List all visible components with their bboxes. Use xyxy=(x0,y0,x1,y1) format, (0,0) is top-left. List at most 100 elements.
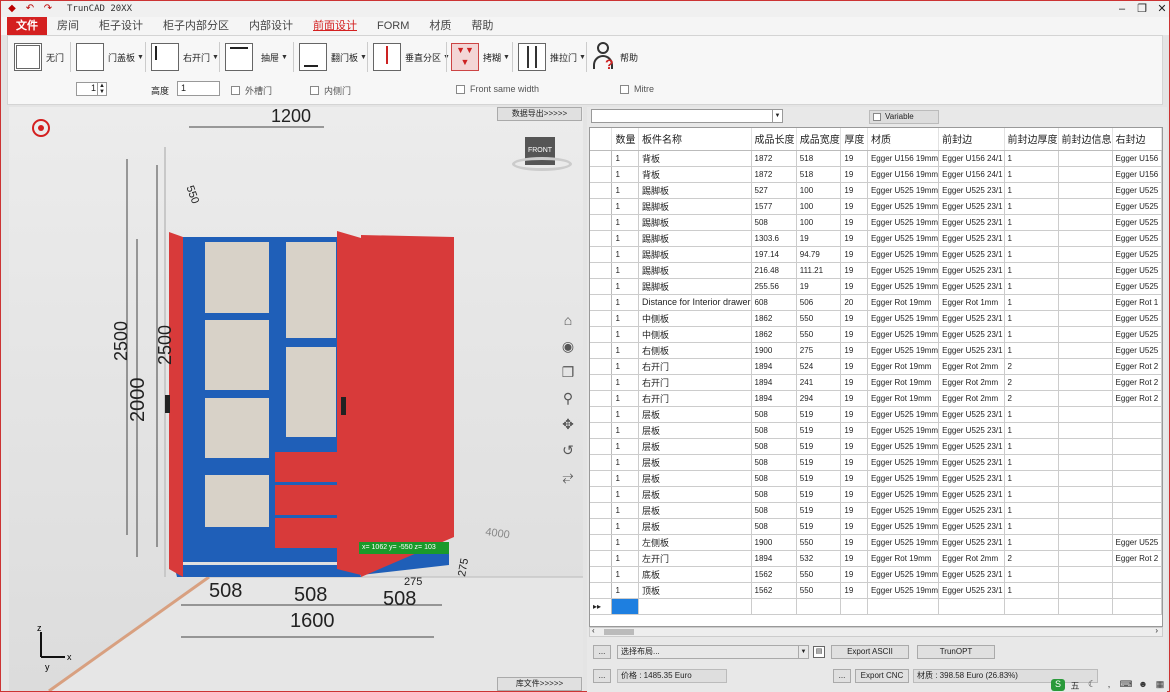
variable-checkbox[interactable]: Variable xyxy=(869,110,939,124)
table-cell[interactable]: 2 xyxy=(1004,374,1059,391)
table-cell[interactable]: 19 xyxy=(840,582,868,599)
copy-button[interactable]: ▼▼ ▼ 拷糊 ▼ xyxy=(451,40,510,74)
table-cell[interactable]: 20 xyxy=(840,294,868,311)
table-cell[interactable]: 1 xyxy=(1004,262,1059,279)
eye-icon[interactable] xyxy=(32,119,50,137)
table-cell[interactable] xyxy=(1058,454,1113,471)
table-cell[interactable]: 1 xyxy=(1004,422,1059,439)
table-cell[interactable]: 111.21 xyxy=(796,262,842,279)
table-cell[interactable]: 508 xyxy=(751,406,797,423)
view-select[interactable]: ▼ xyxy=(591,109,783,123)
table-cell[interactable] xyxy=(840,598,868,615)
table-cell[interactable]: 踢脚板 xyxy=(638,198,752,215)
table-cell[interactable]: 508 xyxy=(751,422,797,439)
more-button[interactable]: ... xyxy=(593,669,611,683)
table-cell[interactable] xyxy=(1058,294,1113,311)
table-cell[interactable]: 1 xyxy=(1004,214,1059,231)
menu-form[interactable]: FORM xyxy=(367,17,419,35)
table-cell[interactable]: Egger U156 xyxy=(1112,166,1162,183)
table-row[interactable]: 1 踢脚板 255.56 19 19 Egger U525 19mm Egger U525 … xyxy=(590,278,1162,295)
table-cell[interactable]: 顶板 xyxy=(638,582,752,599)
row-header-cell[interactable] xyxy=(590,422,613,439)
home-icon[interactable]: ⌂ xyxy=(559,311,577,329)
table-cell[interactable]: 踢脚板 xyxy=(638,246,752,263)
table-cell[interactable]: Egger U525 23/1 xyxy=(938,198,1005,215)
table-row[interactable]: 1 层板 508 519 19 Egger U525 19mm Egger U525 23/… xyxy=(590,438,1162,455)
table-cell[interactable]: Egger U525 23/1 xyxy=(938,246,1005,263)
table-cell[interactable]: 519 xyxy=(796,454,842,471)
table-cell[interactable] xyxy=(1058,182,1113,199)
table-cell[interactable]: 508 xyxy=(751,214,797,231)
table-cell[interactable]: 左开门 xyxy=(638,550,752,567)
table-cell[interactable]: 1577 xyxy=(751,198,797,215)
table-cell[interactable] xyxy=(1058,262,1113,279)
table-cell[interactable]: 216.48 xyxy=(751,262,797,279)
table-cell[interactable]: 1894 xyxy=(751,374,797,391)
table-cell[interactable]: 1 xyxy=(1004,470,1059,487)
table-cell[interactable]: 241 xyxy=(796,374,842,391)
table-row[interactable]: 1 右侧板 1900 275 19 Egger U525 19mm Egger U525 2… xyxy=(590,342,1162,359)
table-cell[interactable]: 1 xyxy=(611,486,639,503)
table-cell[interactable]: Egger U525 xyxy=(1112,534,1162,551)
table-cell[interactable]: 1 xyxy=(1004,534,1059,551)
library-button[interactable]: 库文件>>>>> xyxy=(497,677,582,691)
table-cell[interactable]: 19 xyxy=(840,406,868,423)
table-cell[interactable]: 1 xyxy=(611,566,639,583)
table-cell[interactable]: Egger U525 xyxy=(1112,262,1162,279)
table-cell[interactable]: 1 xyxy=(611,150,639,167)
fit-icon[interactable]: ⥂ xyxy=(559,467,577,485)
redo-icon[interactable]: ↷ xyxy=(41,2,55,16)
table-cell[interactable]: Distance for Interior drawer xyxy=(638,294,752,311)
table-cell[interactable]: 1 xyxy=(611,358,639,375)
3d-viewport[interactable]: 1200 550 2500 2500 2000 508 508 508 1600… xyxy=(9,107,583,691)
table-cell[interactable]: Egger U525 xyxy=(1112,278,1162,295)
table-cell[interactable]: 1894 xyxy=(751,390,797,407)
table-cell[interactable]: 19 xyxy=(840,342,868,359)
table-cell[interactable]: 1900 xyxy=(751,534,797,551)
table-cell[interactable]: 1 xyxy=(611,278,639,295)
table-cell[interactable]: Egger U525 23/1 xyxy=(938,326,1005,343)
table-cell[interactable]: 踢脚板 xyxy=(638,214,752,231)
table-cell[interactable]: 层板 xyxy=(638,502,752,519)
table-cell[interactable]: 层板 xyxy=(638,470,752,487)
table-cell[interactable]: 508 xyxy=(751,454,797,471)
table-cell[interactable]: Egger Rot 2mm xyxy=(938,550,1005,567)
table-cell[interactable]: 519 xyxy=(796,502,842,519)
table-cell[interactable]: 508 xyxy=(751,486,797,503)
table-cell[interactable] xyxy=(1112,406,1162,423)
table-row[interactable]: 1 踢脚板 1577 100 19 Egger U525 19mm Egger U525 2… xyxy=(590,198,1162,215)
table-cell[interactable]: Egger U525 xyxy=(1112,182,1162,199)
table-row[interactable]: 1 顶板 1562 550 19 Egger U525 19mm Egger U525 23… xyxy=(590,582,1162,599)
table-cell[interactable] xyxy=(1058,374,1113,391)
table-cell[interactable]: Egger U525 xyxy=(1112,230,1162,247)
table-cell[interactable]: 1 xyxy=(1004,454,1059,471)
table-cell[interactable]: 19 xyxy=(840,214,868,231)
table-row[interactable]: 1 层板 508 519 19 Egger U525 19mm Egger U525 23/… xyxy=(590,502,1162,519)
table-cell[interactable]: Egger Rot 19mm xyxy=(867,374,940,391)
more-button[interactable]: ... xyxy=(593,645,611,659)
new-row[interactable]: ▸▸ xyxy=(590,598,1162,615)
table-cell[interactable] xyxy=(1058,406,1113,423)
table-cell[interactable] xyxy=(796,598,842,615)
table-cell[interactable]: 518 xyxy=(796,150,842,167)
table-cell[interactable] xyxy=(1058,326,1113,343)
table-cell[interactable]: 1 xyxy=(611,342,639,359)
table-cell[interactable]: Egger U525 19mm xyxy=(867,454,940,471)
menu-interior-design[interactable]: 内部设计 xyxy=(239,17,303,35)
table-cell[interactable]: Egger U525 23/1 xyxy=(938,518,1005,535)
table-cell[interactable]: 608 xyxy=(751,294,797,311)
table-row[interactable]: 1 右开门 1894 294 19 Egger Rot 19mm Egger Rot 2mm… xyxy=(590,390,1162,407)
row-header-cell[interactable] xyxy=(590,550,613,567)
grid-icon[interactable]: ▦ xyxy=(1153,679,1167,691)
table-cell[interactable]: 1 xyxy=(1004,182,1059,199)
table-row[interactable]: 1 右开门 1894 524 19 Egger Rot 19mm Egger Rot 2mm… xyxy=(590,358,1162,375)
table-cell[interactable]: 550 xyxy=(796,582,842,599)
table-row[interactable]: 1 背板 1872 518 19 Egger U156 19mm Egger U156 24… xyxy=(590,150,1162,167)
table-cell[interactable]: Egger U525 23/1 xyxy=(938,502,1005,519)
table-cell[interactable] xyxy=(1112,486,1162,503)
table-cell[interactable]: Egger U525 19mm xyxy=(867,182,940,199)
height-input[interactable]: 1 xyxy=(177,81,220,96)
export-ascii-button[interactable]: Export ASCII xyxy=(831,645,909,659)
row-header-cell[interactable] xyxy=(590,582,613,599)
zoom-icon[interactable]: ⚲ xyxy=(559,389,577,407)
